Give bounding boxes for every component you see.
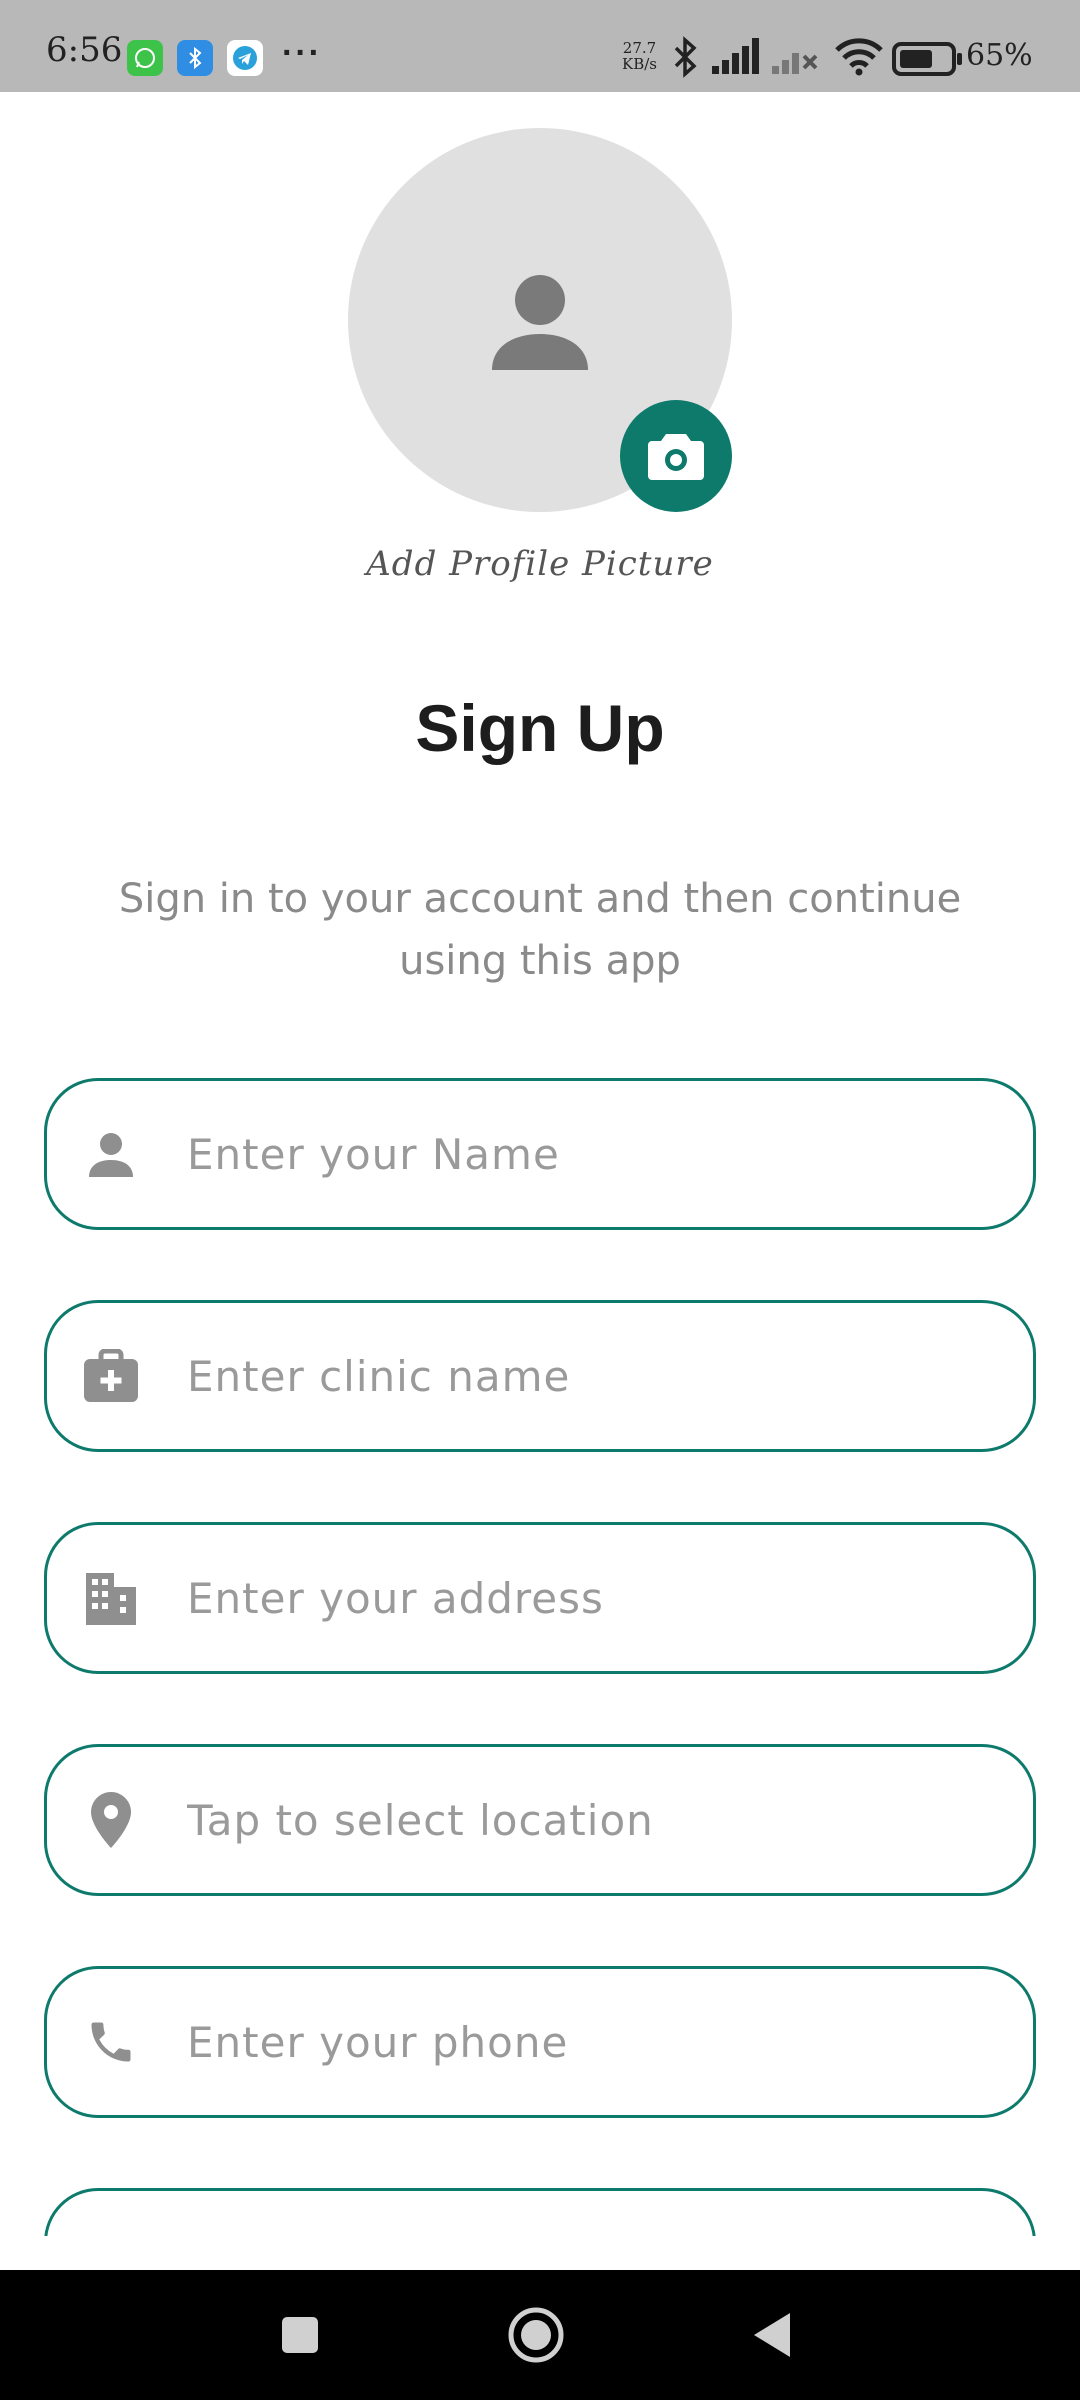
building-icon <box>83 1570 139 1626</box>
phone-input[interactable] <box>187 1969 993 2115</box>
add-profile-picture-label[interactable]: Add Profile Picture <box>0 544 1080 584</box>
status-time: 6:56 <box>46 30 123 70</box>
signal-no-service-icon <box>772 53 818 74</box>
medical-bag-icon <box>83 1348 139 1404</box>
signal-strength-icon <box>712 38 759 74</box>
network-speed: 27.7 KB/s <box>622 39 657 73</box>
battery-percent: 65% <box>966 38 1033 73</box>
home-button[interactable] <box>466 2270 606 2400</box>
battery-icon <box>892 42 962 76</box>
page-subtitle: Sign in to your account and then continu… <box>118 876 962 984</box>
address-input[interactable] <box>187 1525 993 1671</box>
clinic-field[interactable] <box>44 1300 1036 1452</box>
navigation-bar <box>0 2270 1080 2400</box>
address-field[interactable] <box>44 1522 1036 1674</box>
triangle-back-icon <box>754 2313 790 2357</box>
wifi-icon <box>835 38 883 76</box>
page-title: Sign Up <box>415 691 665 765</box>
location-input[interactable] <box>187 1747 993 1893</box>
location-pin-icon <box>83 1792 139 1848</box>
clinic-name-input[interactable] <box>187 1303 993 1449</box>
telegram-icon <box>227 40 263 76</box>
location-field[interactable] <box>44 1744 1036 1896</box>
name-input[interactable] <box>187 1081 993 1227</box>
person-icon <box>492 275 588 370</box>
camera-icon <box>648 434 704 480</box>
more-notifications-icon: ··· <box>282 34 322 72</box>
square-icon <box>282 2317 318 2353</box>
back-button[interactable] <box>702 2270 842 2400</box>
whatsapp-icon <box>127 40 163 76</box>
phone-icon <box>83 2014 139 2070</box>
scroll-clip <box>0 2236 1080 2270</box>
bluetooth-app-icon <box>177 40 213 76</box>
person-icon <box>83 1126 139 1182</box>
circle-icon <box>508 2307 564 2363</box>
bluetooth-icon <box>674 36 697 78</box>
status-bar: 6:56 ··· 27.7 KB/s 65% <box>0 0 1080 92</box>
recents-button[interactable] <box>230 2270 370 2400</box>
add-photo-button[interactable] <box>620 400 732 512</box>
name-field[interactable] <box>44 1078 1036 1230</box>
phone-field[interactable] <box>44 1966 1036 2118</box>
